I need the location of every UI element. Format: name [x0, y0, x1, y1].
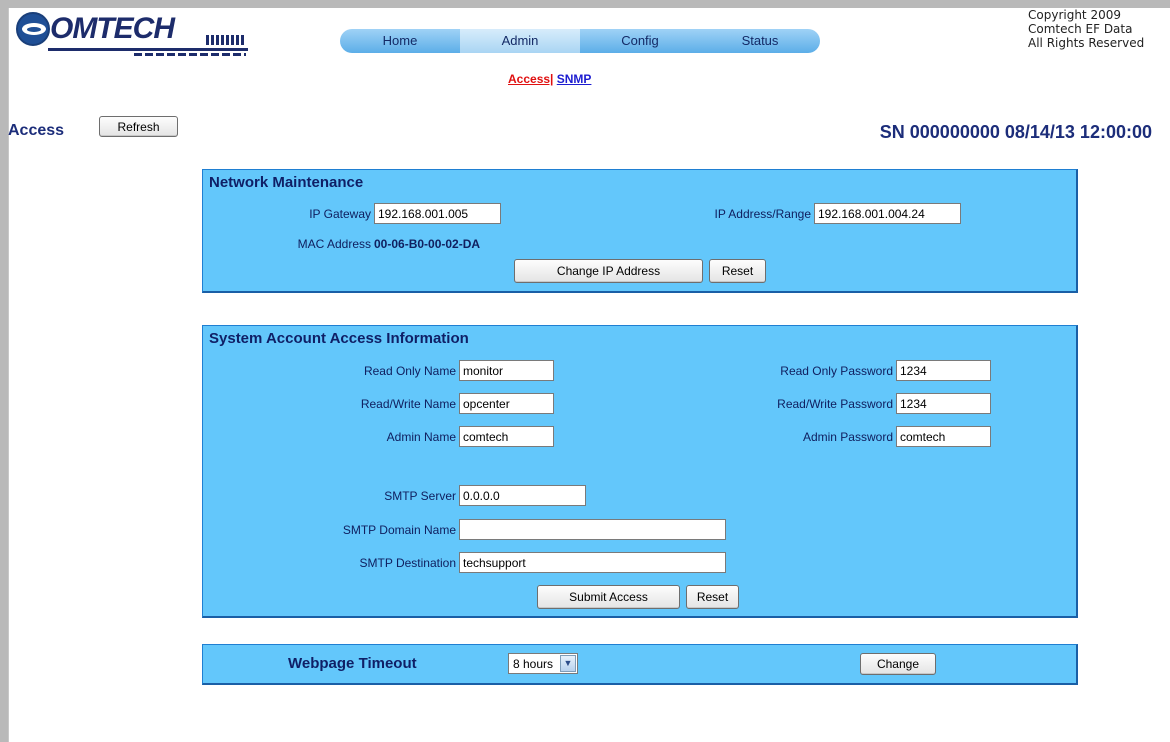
- refresh-button[interactable]: Refresh: [99, 116, 178, 137]
- timeout-selected-value: 8 hours: [513, 657, 554, 671]
- panel-title: Network Maintenance: [209, 174, 364, 191]
- read-write-password-input[interactable]: [896, 393, 991, 414]
- read-only-name-label: Read Only Name: [363, 364, 456, 378]
- smtp-server-input[interactable]: [459, 485, 586, 506]
- read-write-name-label: Read/Write Name: [360, 397, 456, 411]
- network-maintenance-panel: Network Maintenance IP Gateway IP Addres…: [202, 169, 1078, 293]
- tab-status[interactable]: Status: [700, 29, 820, 53]
- ip-gateway-label: IP Gateway: [309, 207, 371, 221]
- ip-gateway-input[interactable]: [374, 203, 501, 224]
- logo-stripes: [206, 35, 244, 45]
- panel-title: System Account Access Information: [209, 330, 469, 347]
- read-only-password-input[interactable]: [896, 360, 991, 381]
- logo-wordmark: OMTECH: [50, 12, 175, 45]
- smtp-destination-label: SMTP Destination: [359, 556, 457, 570]
- tab-home[interactable]: Home: [340, 29, 460, 53]
- copyright-notice: Copyright 2009 Comtech EF Data All Right…: [1028, 8, 1144, 50]
- admin-password-label: Admin Password: [802, 430, 893, 444]
- mac-address-label: MAC Address: [297, 237, 371, 251]
- smtp-domain-label: SMTP Domain Name: [342, 523, 456, 537]
- timeout-change-button[interactable]: Change: [860, 653, 936, 675]
- subnav-access-link[interactable]: Access|: [508, 72, 553, 86]
- tab-config[interactable]: Config: [580, 29, 700, 53]
- read-only-password-label: Read Only Password: [780, 364, 893, 378]
- page-title: Access: [8, 122, 65, 139]
- smtp-server-label: SMTP Server: [384, 489, 456, 503]
- frame-border: [8, 8, 9, 742]
- timeout-select[interactable]: 8 hours ▼: [508, 653, 578, 674]
- submit-access-button[interactable]: Submit Access: [537, 585, 680, 609]
- network-reset-button[interactable]: Reset: [709, 259, 766, 283]
- read-only-name-input[interactable]: [459, 360, 554, 381]
- comtech-logo: OMTECH: [14, 8, 250, 66]
- admin-access-page: OMTECH Home Admin Config Status Access| …: [8, 8, 1170, 742]
- account-access-panel: System Account Access Information Read O…: [202, 325, 1078, 618]
- admin-name-label: Admin Name: [386, 430, 456, 444]
- mac-address-value: 00-06-B0-00-02-DA: [374, 237, 481, 251]
- account-reset-button[interactable]: Reset: [686, 585, 739, 609]
- tab-admin[interactable]: Admin: [460, 29, 580, 53]
- admin-password-input[interactable]: [896, 426, 991, 447]
- subnav-snmp-link[interactable]: SNMP: [557, 72, 592, 86]
- webpage-timeout-panel: Webpage Timeout 8 hours ▼ Change: [202, 644, 1078, 685]
- smtp-domain-input[interactable]: [459, 519, 726, 540]
- chevron-down-icon[interactable]: ▼: [560, 655, 576, 672]
- copyright-line: Copyright 2009: [1028, 8, 1121, 22]
- ip-range-input[interactable]: [814, 203, 961, 224]
- main-nav: Home Admin Config Status: [340, 29, 820, 53]
- serial-datetime: SN 000000000 08/14/13 12:00:00: [879, 122, 1152, 142]
- logo-underline-dashes: [134, 53, 246, 56]
- read-write-password-label: Read/Write Password: [777, 397, 893, 411]
- copyright-rights: All Rights Reserved: [1028, 36, 1145, 50]
- admin-subnav: Access| SNMP: [508, 72, 591, 86]
- logo-underline: [48, 48, 248, 51]
- copyright-company: Comtech EF Data: [1028, 22, 1133, 36]
- change-ip-button[interactable]: Change IP Address: [514, 259, 703, 283]
- ip-range-label: IP Address/Range: [714, 207, 811, 221]
- comtech-globe-icon: [16, 12, 50, 46]
- read-write-name-input[interactable]: [459, 393, 554, 414]
- smtp-destination-input[interactable]: [459, 552, 726, 573]
- admin-name-input[interactable]: [459, 426, 554, 447]
- timeout-title: Webpage Timeout: [288, 655, 417, 672]
